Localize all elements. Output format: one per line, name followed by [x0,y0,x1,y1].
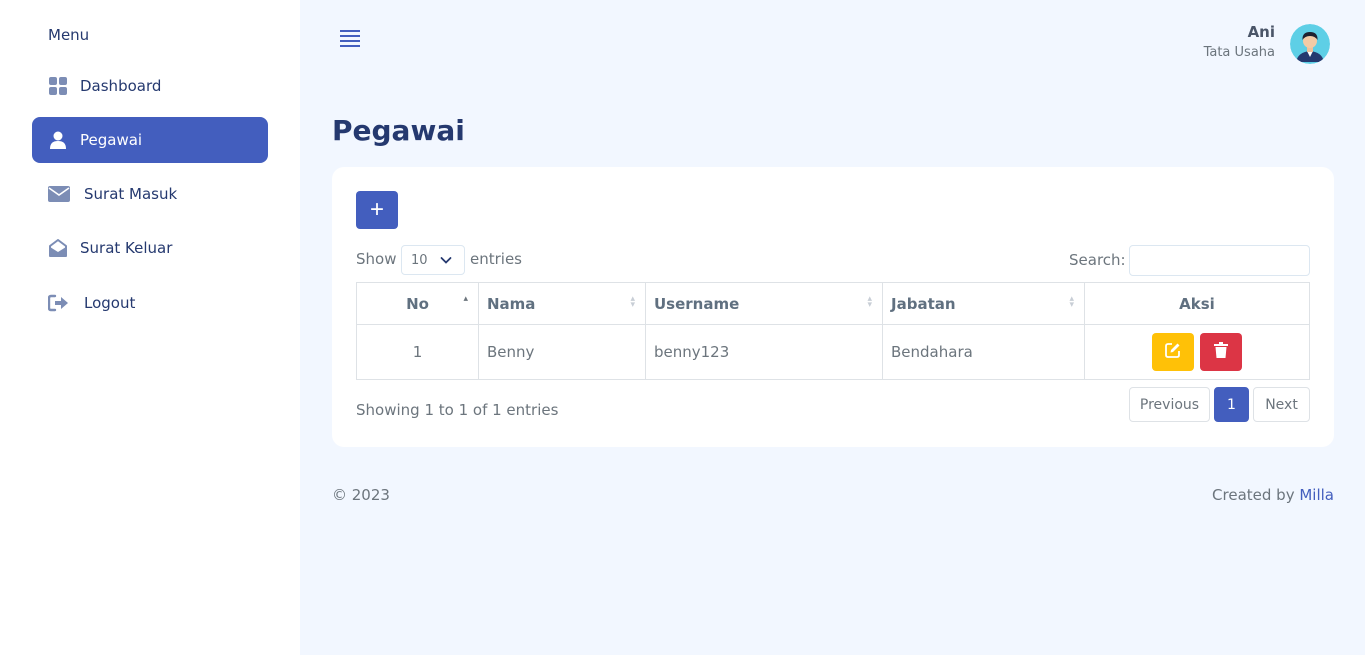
footer-copyright: © 2023 [332,486,390,504]
logout-icon [48,293,70,313]
sidebar-title: Menu [48,26,90,44]
add-employee-button[interactable]: + [356,191,398,229]
sidebar-item-label: Logout [84,294,136,312]
table-header-row: No ▴ Nama ▴ ▾ Username ▴ ▾ Jabatan ▴ ▾ Aksi [356,282,1310,325]
sidebar-item-label: Pegawai [80,131,143,149]
column-header-nama[interactable]: Nama ▴ ▾ [478,282,646,325]
grid-icon [48,76,68,96]
column-header-jabatan[interactable]: Jabatan ▴ ▾ [882,282,1085,325]
pagination: Previous 1 Next [1129,387,1310,422]
cell-username: benny123 [645,324,883,380]
avatar[interactable] [1290,24,1330,64]
employee-card: + Show 10 entries Search: No ▴ Nama ▴ ▾ U… [332,167,1334,447]
author-link[interactable]: Milla [1299,486,1334,504]
column-header-label: Nama [487,294,536,313]
cell-no: 1 [356,324,479,380]
employee-table: No ▴ Nama ▴ ▾ Username ▴ ▾ Jabatan ▴ ▾ Aksi [356,282,1310,380]
sidebar-item-pegawai[interactable]: Pegawai [32,117,268,163]
sort-icon: ▴ ▾ [1069,294,1074,310]
entries-select-value: 10 [411,252,428,268]
column-header-username[interactable]: Username ▴ ▾ [645,282,883,325]
delete-button[interactable] [1200,333,1243,371]
envelope-icon [48,184,70,204]
sidebar: Menu Dashboard Pegawai Surat Masuk Surat… [0,0,300,655]
table-row: 1 Benny benny123 Bendahara [356,324,1310,380]
column-header-no[interactable]: No ▴ [356,282,479,325]
column-header-label: Username [654,294,740,313]
sort-icon: ▴ ▾ [867,294,872,310]
column-header-label: No [406,294,429,313]
sidebar-item-logout[interactable]: Logout [32,280,268,326]
search-input[interactable] [1129,245,1310,276]
envelope-open-icon [48,238,68,258]
trash-icon [1214,342,1229,362]
sidebar-item-dashboard[interactable]: Dashboard [32,63,268,109]
next-page-button[interactable]: Next [1253,387,1310,422]
person-icon [48,130,68,150]
page-1-button[interactable]: 1 [1214,387,1249,422]
edit-button[interactable] [1151,333,1194,371]
cell-jabatan: Bendahara [882,324,1085,380]
chevron-down-icon [440,254,452,270]
user-name: Ani [1247,23,1275,41]
cell-nama: Benny [478,324,646,380]
previous-page-button[interactable]: Previous [1129,387,1210,422]
column-header-label: Aksi [1179,294,1215,313]
column-header-label: Jabatan [891,294,956,313]
sidebar-item-label: Surat Masuk [84,185,178,203]
pagination-info: Showing 1 to 1 of 1 entries [356,401,559,419]
sidebar-item-label: Surat Keluar [80,239,173,257]
footer-created-by: Created by [1212,486,1295,504]
entries-label: entries [470,250,522,268]
sidebar-item-label: Dashboard [80,77,162,95]
sidebar-item-surat-keluar[interactable]: Surat Keluar [32,225,268,271]
sort-icon: ▴ ▾ [630,294,635,310]
search-label: Search: [1069,251,1126,269]
cell-aksi [1084,324,1310,380]
show-label: Show [356,250,397,268]
edit-icon [1164,342,1181,362]
footer-credits: Created by Milla [1212,486,1334,504]
page-title: Pegawai [332,114,465,147]
entries-select[interactable]: 10 [401,245,465,275]
sort-asc-icon: ▴ [463,294,468,304]
column-header-aksi: Aksi [1084,282,1310,325]
menu-toggle-icon[interactable] [338,28,362,50]
sidebar-item-surat-masuk[interactable]: Surat Masuk [32,171,268,217]
user-role: Tata Usaha [1203,45,1275,60]
